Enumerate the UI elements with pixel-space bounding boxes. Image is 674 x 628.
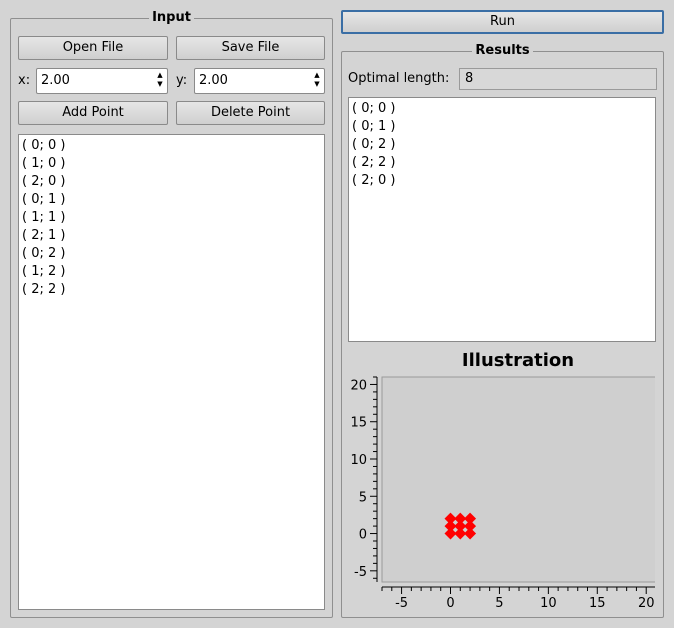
y-value: 2.00 [199, 73, 228, 88]
spin-arrows-icon[interactable]: ▲ ▼ [313, 71, 321, 91]
illustration-title: Illustration [461, 350, 575, 371]
x-spinbox[interactable]: 2.00 ▲ ▼ [36, 68, 168, 94]
y-tick-label: 20 [350, 378, 367, 393]
point-list-item[interactable]: ( 1; 0 ) [22, 155, 321, 173]
x-tick-label: -5 [395, 596, 408, 611]
plot-area [381, 376, 655, 583]
y-tick-label: -5 [354, 565, 367, 580]
path-list-item[interactable]: ( 2; 2 ) [352, 154, 652, 172]
illustration-plot: -5 0 5 10 15 20 -5 0 5 10 15 20 [350, 376, 655, 611]
points-list[interactable]: ( 0; 0 )( 1; 0 )( 2; 0 )( 0; 1 )( 1; 1 )… [18, 134, 325, 610]
spin-arrows-icon[interactable]: ▲ ▼ [156, 71, 164, 91]
x-tick-label: 20 [638, 596, 655, 611]
y-spinbox[interactable]: 2.00 ▲ ▼ [194, 68, 325, 94]
delete-point-button[interactable]: Delete Point [176, 101, 325, 125]
path-list[interactable]: ( 0; 0 )( 0; 1 )( 0; 2 )( 2; 2 )( 2; 0 ) [348, 97, 656, 342]
point-list-item[interactable]: ( 2; 2 ) [22, 281, 321, 299]
point-list-item[interactable]: ( 1; 2 ) [22, 263, 321, 281]
y-tick-label: 5 [359, 490, 367, 505]
x-tick-label: 15 [589, 596, 606, 611]
input-group-title: Input [149, 10, 194, 25]
path-list-item[interactable]: ( 0; 0 ) [352, 100, 652, 118]
y-tick-label: 10 [350, 453, 367, 468]
x-tick-label: 10 [540, 596, 557, 611]
y-tick-label: 0 [359, 528, 367, 543]
optimal-length-label: Optimal length: [348, 71, 450, 86]
point-list-item[interactable]: ( 0; 1 ) [22, 191, 321, 209]
path-list-item[interactable]: ( 0; 1 ) [352, 118, 652, 136]
path-list-item[interactable]: ( 0; 2 ) [352, 136, 652, 154]
point-list-item[interactable]: ( 2; 1 ) [22, 227, 321, 245]
point-list-item[interactable]: ( 1; 1 ) [22, 209, 321, 227]
optimal-length-field: 8 [459, 68, 657, 90]
x-label: x: [18, 73, 31, 88]
x-tick-label: 5 [495, 596, 503, 611]
add-point-button[interactable]: Add Point [18, 101, 168, 125]
point-list-item[interactable]: ( 0; 0 ) [22, 137, 321, 155]
save-file-button[interactable]: Save File [176, 36, 325, 60]
open-file-button[interactable]: Open File [18, 36, 168, 60]
y-label: y: [176, 73, 188, 88]
results-group-title: Results [472, 43, 533, 58]
run-button[interactable]: Run [341, 10, 664, 34]
point-list-item[interactable]: ( 0; 2 ) [22, 245, 321, 263]
x-tick-label: 0 [446, 596, 454, 611]
point-list-item[interactable]: ( 2; 0 ) [22, 173, 321, 191]
x-value: 2.00 [41, 73, 70, 88]
path-list-item[interactable]: ( 2; 0 ) [352, 172, 652, 190]
y-tick-label: 15 [350, 416, 367, 431]
